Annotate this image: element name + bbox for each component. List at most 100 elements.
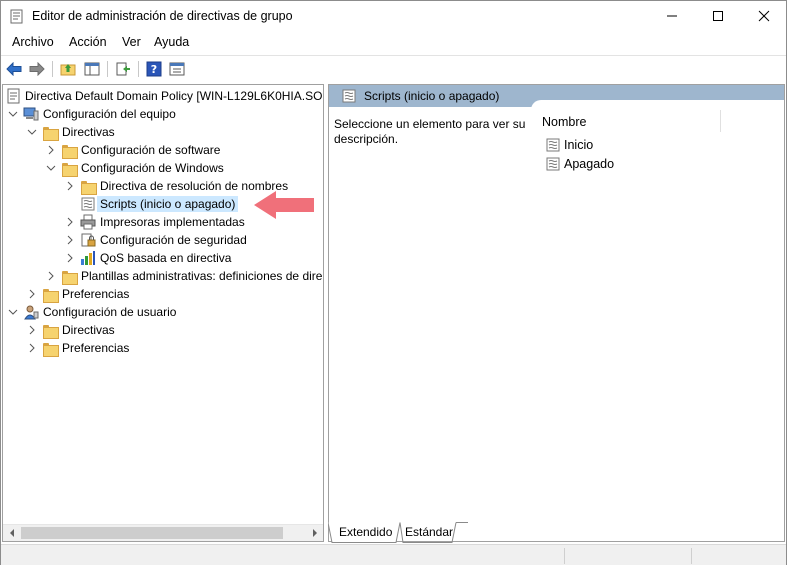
tree-item-label: Directivas [62, 323, 115, 337]
tree-item-label: Configuración de software [81, 143, 221, 157]
chevron-down-icon[interactable] [27, 127, 37, 137]
minimize-icon [667, 15, 677, 17]
tree-item-label: Configuración de Windows [81, 161, 224, 175]
folder-icon [61, 162, 78, 177]
status-bar [1, 544, 786, 565]
menu-accion[interactable]: Acción [69, 35, 107, 49]
tree-item-label: Preferencias [62, 341, 130, 355]
help-button[interactable]: ? [145, 60, 163, 78]
show-hide-tree-icon [84, 62, 100, 76]
list-item-apagado[interactable]: Apagado [545, 155, 614, 173]
minimize-button[interactable] [649, 1, 695, 31]
details-description: Seleccione un elemento para ver su descr… [334, 117, 526, 146]
chevron-right-icon[interactable] [46, 145, 56, 155]
list-item-label: Apagado [564, 157, 615, 171]
app-window: Editor de administración de directivas d… [0, 0, 787, 565]
chevron-right-icon[interactable] [65, 235, 75, 245]
script-icon [546, 157, 560, 171]
folder-icon [42, 342, 59, 357]
user-icon [24, 305, 39, 320]
scroll-left-icon [9, 529, 14, 537]
tree-item-directivas-usuario[interactable]: Directivas [27, 321, 115, 339]
chevron-down-icon[interactable] [46, 163, 56, 173]
details-title: Scripts (inicio o apagado) [364, 89, 500, 103]
tree-item-label: QoS basada en directiva [100, 251, 232, 265]
policy-editor-icon [10, 9, 23, 24]
forward-button[interactable] [28, 60, 46, 78]
tree-item-configuracion-usuario[interactable]: Configuración de usuario [8, 303, 176, 321]
tree-root[interactable]: Directiva Default Domain Policy [WIN-L12… [6, 87, 324, 105]
tree-root-label: Directiva Default Domain Policy [WIN-L12… [25, 89, 324, 103]
folder-icon [42, 324, 59, 339]
bar-chart-icon [81, 251, 95, 265]
computer-icon [23, 107, 39, 121]
chevron-down-icon[interactable] [8, 109, 18, 119]
tree-item-preferencias-usuario[interactable]: Preferencias [27, 339, 129, 357]
maximize-icon [713, 11, 723, 21]
properties-icon [169, 62, 185, 76]
tree-item-directivas[interactable]: Directivas [27, 123, 115, 141]
script-icon [81, 197, 95, 211]
chevron-right-icon[interactable] [27, 325, 37, 335]
chevron-down-icon[interactable] [8, 307, 18, 317]
tree-item-label: Scripts (inicio o apagado) [97, 196, 239, 212]
menu-ayuda[interactable]: Ayuda [154, 35, 189, 49]
tab-estandar[interactable]: Estándar [405, 522, 453, 542]
tree-item-label: Configuración de usuario [43, 305, 177, 319]
menu-bar: Archivo Acción Ver Ayuda [1, 32, 786, 53]
menu-ver[interactable]: Ver [122, 35, 141, 49]
title-bar[interactable]: Editor de administración de directivas d… [1, 1, 786, 31]
column-header-nombre[interactable]: Nombre [542, 115, 586, 129]
window-title: Editor de administración de directivas d… [32, 9, 293, 23]
scroll-right-icon [312, 529, 317, 537]
forward-icon [29, 62, 45, 76]
tab-extendido[interactable]: Extendido [339, 522, 392, 542]
chevron-right-icon[interactable] [65, 217, 75, 227]
toolbar: ? [1, 55, 786, 82]
chevron-right-icon[interactable] [27, 343, 37, 353]
show-hide-tree-button[interactable] [83, 60, 101, 78]
tree-item-configuracion-software[interactable]: Configuración de software [46, 141, 220, 159]
policy-document-icon [7, 88, 20, 104]
tree-item-label: Configuración de seguridad [100, 233, 247, 247]
tree-item-plantillas[interactable]: Plantillas administrativas: definiciones… [46, 267, 322, 285]
list-item-inicio[interactable]: Inicio [545, 136, 593, 154]
chevron-right-icon[interactable] [27, 289, 37, 299]
tree-item-label: Preferencias [62, 287, 130, 301]
scroll-right-button[interactable] [306, 525, 323, 541]
tree-horizontal-scrollbar[interactable] [3, 524, 323, 541]
folder-icon [42, 288, 59, 303]
export-list-button[interactable] [114, 60, 132, 78]
help-icon: ? [146, 61, 162, 77]
script-icon [546, 138, 560, 152]
chevron-right-icon[interactable] [46, 271, 56, 281]
tree-item-configuracion-windows[interactable]: Configuración de Windows [46, 159, 224, 177]
up-folder-button[interactable] [59, 60, 77, 78]
properties-button[interactable] [168, 60, 186, 78]
details-pane[interactable]: Scripts (inicio o apagado) Seleccione un… [328, 84, 785, 542]
back-icon [6, 62, 22, 76]
tree-item-label: Impresoras implementadas [100, 215, 245, 229]
back-button[interactable] [5, 60, 23, 78]
maximize-button[interactable] [695, 1, 741, 31]
tree-item-configuracion-equipo[interactable]: Configuración del equipo [8, 105, 176, 123]
chevron-right-icon[interactable] [65, 181, 75, 191]
folder-icon [80, 180, 97, 195]
tree-item-preferencias-equipo[interactable]: Preferencias [27, 285, 129, 303]
scroll-left-button[interactable] [3, 525, 20, 541]
annotation-arrow-icon [254, 191, 314, 219]
list-item-label: Inicio [564, 138, 594, 152]
tree-item-seguridad[interactable]: Configuración de seguridad [65, 231, 247, 249]
up-folder-icon [60, 64, 76, 76]
column-divider[interactable] [720, 110, 721, 132]
folder-icon [61, 270, 78, 285]
tree-item-scripts[interactable]: Scripts (inicio o apagado) [80, 195, 239, 213]
tree-item-qos[interactable]: QoS basada en directiva [65, 249, 231, 267]
chevron-right-icon[interactable] [65, 253, 75, 263]
tree-item-impresoras[interactable]: Impresoras implementadas [65, 213, 245, 231]
scroll-thumb[interactable] [21, 527, 283, 539]
security-icon [81, 233, 96, 247]
menu-archivo[interactable]: Archivo [12, 35, 54, 49]
tree-pane[interactable]: Directiva Default Domain Policy [WIN-L12… [2, 84, 324, 542]
close-button[interactable] [741, 1, 787, 31]
